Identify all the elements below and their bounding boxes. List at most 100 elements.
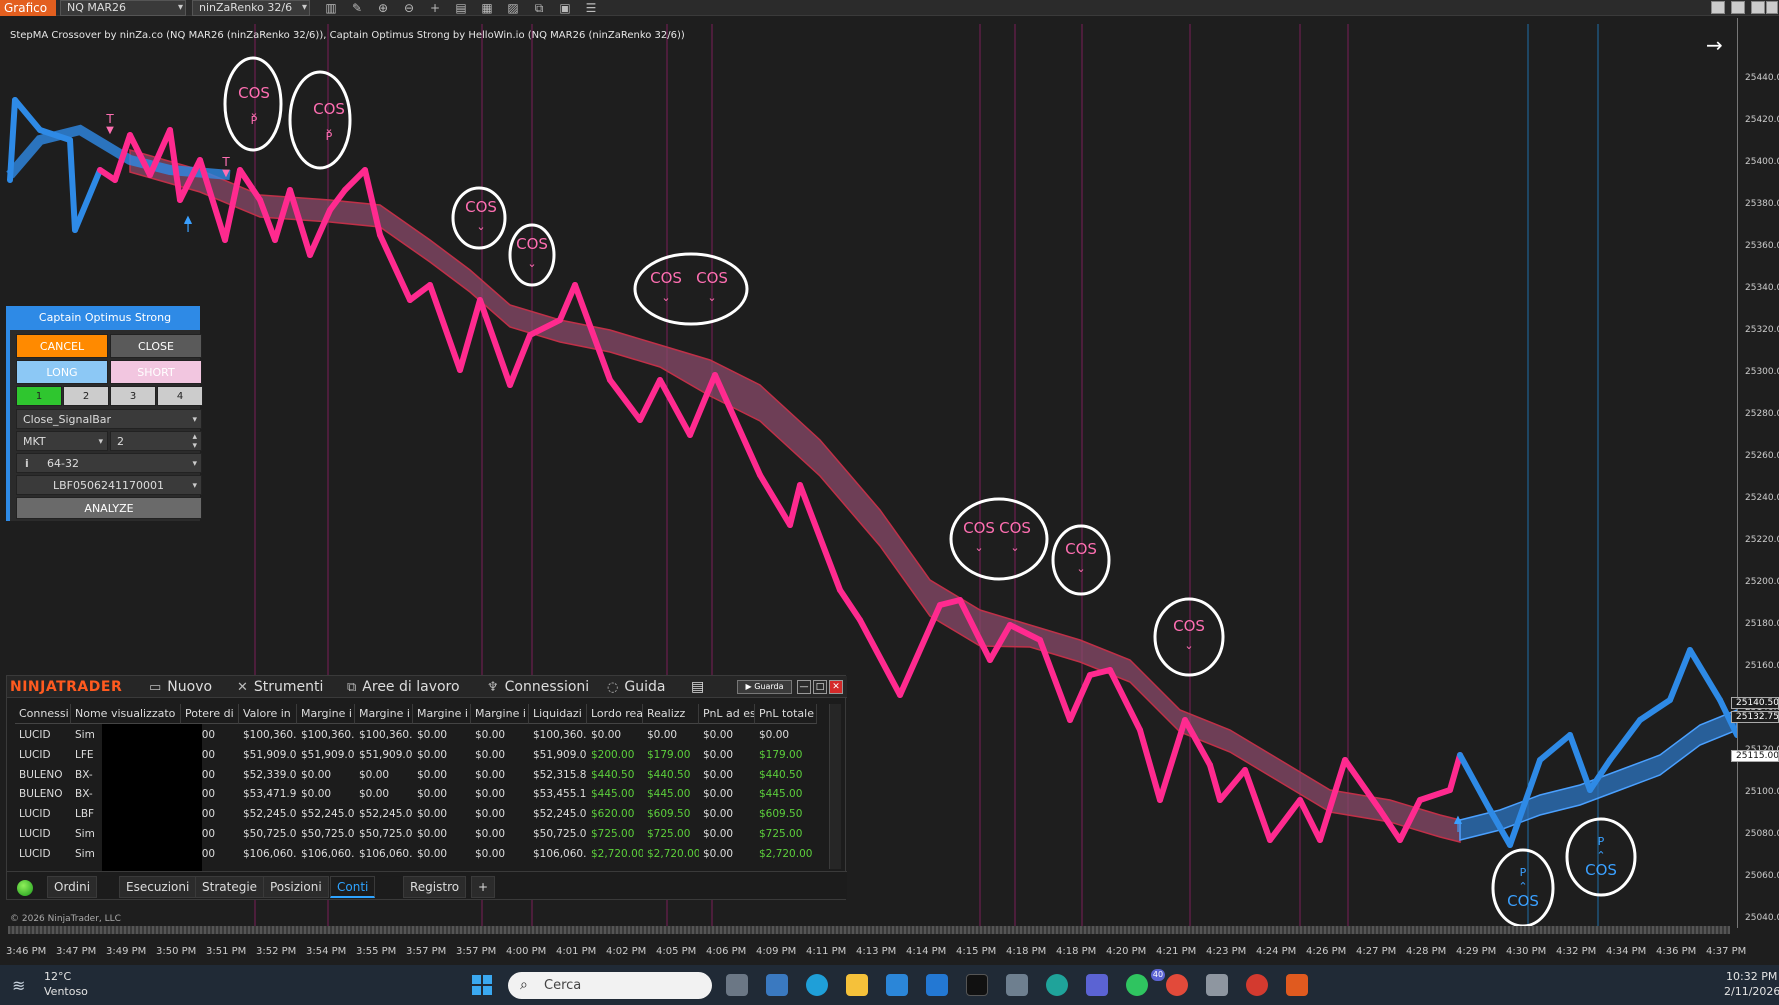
grid-cell[interactable]: $52,339.0	[239, 766, 297, 785]
qty-2-button[interactable]: 2	[63, 386, 109, 406]
grid-cell[interactable]: $2,720.00	[587, 845, 643, 864]
grid-scrollbar[interactable]	[829, 704, 841, 869]
grid-cell[interactable]: $0.00	[699, 825, 755, 844]
store-icon[interactable]	[886, 974, 908, 996]
grid-cell[interactable]: $0.00	[413, 805, 471, 824]
tab-posizioni[interactable]: Posizioni	[263, 876, 329, 898]
grid-cell[interactable]: $440.50	[587, 766, 643, 785]
grid-cell[interactable]: $53,471.9	[239, 785, 297, 804]
grid-cell[interactable]: $725.00	[587, 825, 643, 844]
windows-start-icon[interactable]	[472, 975, 492, 995]
grid-cell[interactable]: $100,360.	[529, 726, 587, 745]
analyze-button[interactable]: ANALYZE	[16, 497, 202, 519]
tab-add-button[interactable]: +	[471, 876, 496, 898]
stepper-arrows-icon[interactable]: ▴ ▾	[192, 433, 197, 451]
tab-esecuzioni[interactable]: Esecuzioni	[119, 876, 197, 898]
chart-scroll-strip[interactable]	[8, 926, 1730, 934]
close-icon[interactable]: ✕	[829, 680, 843, 694]
grid-cell[interactable]: $100,360.	[355, 726, 413, 745]
clock-time[interactable]: 10:32 PM	[1726, 970, 1777, 983]
grid-cell[interactable]: $0.00	[355, 766, 413, 785]
cancel-button[interactable]: CANCEL	[16, 334, 108, 358]
grid-cell[interactable]: $0.00	[699, 766, 755, 785]
minimize-icon[interactable]: —	[797, 680, 811, 694]
guarda-button[interactable]: ▶ Guarda	[737, 680, 792, 694]
grid-cell[interactable]: $0.00	[471, 845, 529, 864]
grid-cell[interactable]: $52,315.8	[529, 766, 587, 785]
info-icon[interactable]: i	[25, 454, 29, 474]
grid-cell[interactable]: $0.00	[355, 785, 413, 804]
grid-cell[interactable]: $0.00	[413, 825, 471, 844]
grid-column-header[interactable]: PnL totale	[755, 704, 817, 724]
grid-cell[interactable]: $51,909.0	[529, 746, 587, 765]
weather-temp[interactable]: 12°C	[44, 970, 71, 983]
edge-icon[interactable]	[806, 974, 828, 996]
grid-cell[interactable]: $725.00	[755, 825, 817, 844]
grid-cell[interactable]: $50,725.0	[239, 825, 297, 844]
chat-icon[interactable]: ▤	[691, 679, 704, 695]
grid-cell[interactable]: LUCID	[15, 845, 71, 864]
grid-cell[interactable]: $179.00	[643, 746, 699, 765]
grid-cell[interactable]: $0.00	[297, 785, 355, 804]
menu-connessioni[interactable]: ♆ Connessioni	[487, 679, 589, 695]
grid-cell[interactable]: $440.50	[643, 766, 699, 785]
grid-cell[interactable]: $50,725.0	[297, 825, 355, 844]
teams-icon[interactable]	[1086, 974, 1108, 996]
grid-cell[interactable]: $0.00	[471, 766, 529, 785]
taskbar-search[interactable]: ⌕ Cerca	[508, 972, 712, 999]
arrow-right-icon[interactable]: →	[1706, 33, 1723, 57]
grid-cell[interactable]: $725.00	[643, 825, 699, 844]
grid-cell[interactable]: BULENO	[15, 785, 71, 804]
grid-cell[interactable]: $0.00	[471, 746, 529, 765]
grid-cell[interactable]: $52,245.0	[355, 805, 413, 824]
grid-column-header[interactable]: Realizz	[643, 704, 699, 724]
grid-cell[interactable]: $440.50	[755, 766, 817, 785]
grid-cell[interactable]: $0.00	[699, 785, 755, 804]
grid-cell[interactable]: $51,909.0	[239, 746, 297, 765]
grid-cell[interactable]: $106,060.	[529, 845, 587, 864]
grid-cell[interactable]: $0.00	[413, 845, 471, 864]
whatsapp-icon[interactable]	[1126, 974, 1148, 996]
grid-cell[interactable]: $620.00	[587, 805, 643, 824]
grid-cell[interactable]: $2,720.00	[643, 845, 699, 864]
grid-cell[interactable]: $0.00	[699, 726, 755, 745]
tab-ordini[interactable]: Ordini	[47, 876, 98, 898]
grid-cell[interactable]: $445.00	[587, 785, 643, 804]
grid-cell[interactable]: $0.00	[471, 825, 529, 844]
grid-cell[interactable]: $0.00	[587, 726, 643, 745]
weather-wind-icon[interactable]: ≋	[12, 976, 36, 995]
grid-column-header[interactable]: Lordo rea	[587, 704, 643, 724]
grid-column-header[interactable]: Connessi	[15, 704, 71, 724]
grid-cell[interactable]: $0.00	[413, 785, 471, 804]
account-select[interactable]: LBF0506241170001 ▾	[16, 475, 202, 495]
grid-cell[interactable]: $0.00	[471, 726, 529, 745]
grid-cell[interactable]: $0.00	[699, 805, 755, 824]
grid-cell[interactable]: $2,720.00	[755, 845, 817, 864]
grid-cell[interactable]: LUCID	[15, 805, 71, 824]
grid-column-header[interactable]: Valore in	[239, 704, 297, 724]
order-qty-stepper[interactable]: 2 ▴ ▾	[110, 431, 202, 451]
grid-cell[interactable]: $106,060.	[355, 845, 413, 864]
grid-cell[interactable]: $179.00	[755, 746, 817, 765]
grid-column-header[interactable]: Margine i	[471, 704, 529, 724]
grid-cell[interactable]: $200.00	[587, 746, 643, 765]
grid-column-header[interactable]: Potere di	[181, 704, 239, 724]
grid-column-header[interactable]: PnL ad es	[699, 704, 755, 724]
media-player-icon[interactable]	[1246, 974, 1268, 996]
qty-3-button[interactable]: 3	[110, 386, 156, 406]
app-icon[interactable]	[1046, 974, 1068, 996]
tab-strategie[interactable]: Strategie	[195, 876, 265, 898]
widgets-icon[interactable]	[766, 974, 788, 996]
grid-cell[interactable]: $0.00	[297, 766, 355, 785]
atm-select[interactable]: i 64-32 ▾	[16, 453, 202, 473]
grid-column-header[interactable]: Margine i	[297, 704, 355, 724]
grid-column-header[interactable]: Margine i	[355, 704, 413, 724]
menu-strumenti[interactable]: ✕ Strumenti	[237, 679, 323, 695]
grid-cell[interactable]: LUCID	[15, 825, 71, 844]
grid-cell[interactable]: LUCID	[15, 746, 71, 765]
grid-cell[interactable]: BULENO	[15, 766, 71, 785]
signal-mode-select[interactable]: Close_SignalBar ▾	[16, 409, 202, 429]
grid-cell[interactable]: $445.00	[755, 785, 817, 804]
ninjatrader-taskbar-icon[interactable]	[1286, 974, 1308, 996]
grid-cell[interactable]: $609.50	[643, 805, 699, 824]
